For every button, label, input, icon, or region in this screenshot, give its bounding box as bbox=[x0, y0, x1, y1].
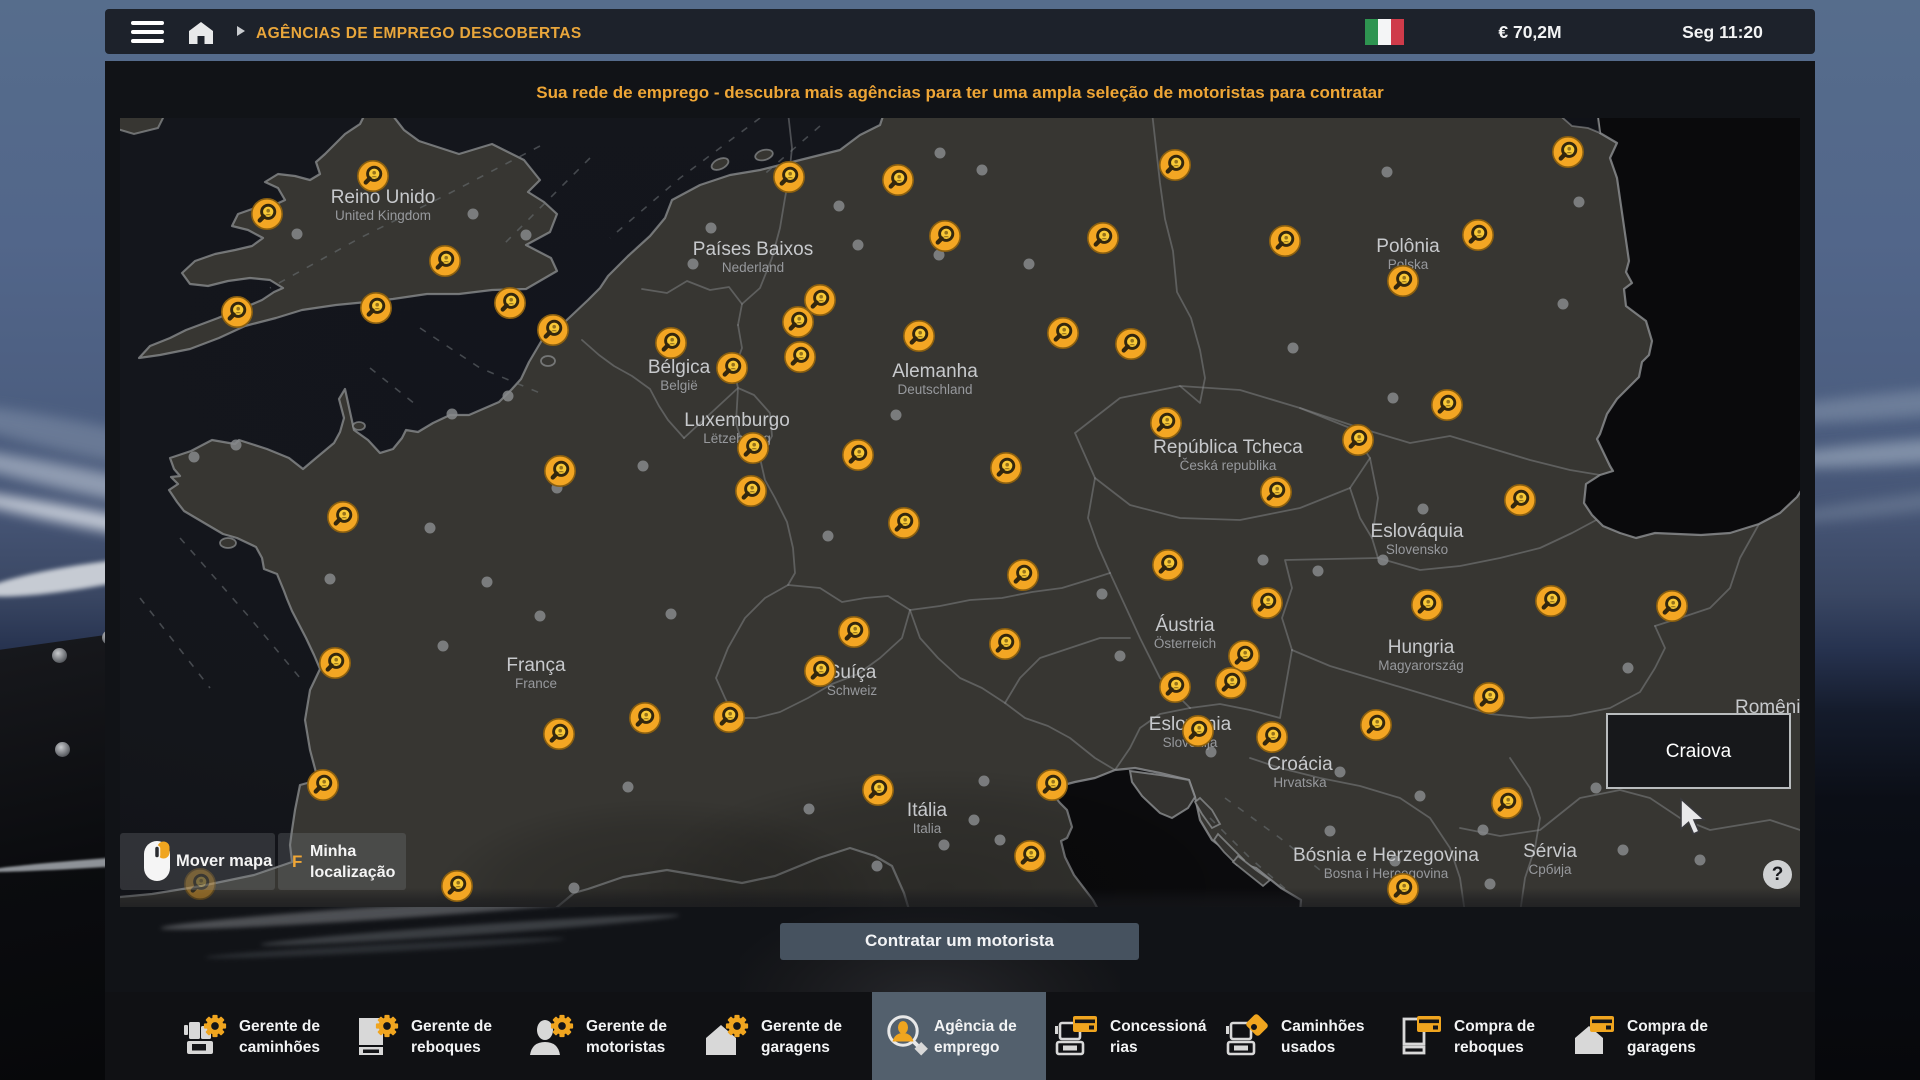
svg-text:Reino Unido: Reino Unido bbox=[331, 187, 436, 208]
svg-text:Países Baixos: Países Baixos bbox=[693, 239, 813, 260]
svg-text:Bélgica: Bélgica bbox=[648, 357, 711, 378]
svg-text:Deutschland: Deutschland bbox=[897, 382, 972, 397]
svg-text:Schweiz: Schweiz bbox=[827, 683, 878, 698]
svg-text:Nederland: Nederland bbox=[722, 260, 784, 275]
svg-text:Bósnia e Herzegovina: Bósnia e Herzegovina bbox=[1293, 845, 1479, 866]
svg-text:Alemanha: Alemanha bbox=[892, 361, 978, 382]
svg-text:Itália: Itália bbox=[907, 800, 948, 821]
svg-text:Србија: Србија bbox=[1528, 862, 1572, 877]
svg-text:Croácia: Croácia bbox=[1267, 754, 1333, 775]
svg-text:Sérvia: Sérvia bbox=[1523, 841, 1577, 862]
svg-text:Magyarország: Magyarország bbox=[1378, 658, 1464, 673]
svg-text:Áustria: Áustria bbox=[1155, 615, 1215, 636]
svg-text:Italia: Italia bbox=[913, 821, 942, 836]
svg-text:België: België bbox=[660, 378, 698, 393]
svg-text:Hrvatska: Hrvatska bbox=[1273, 775, 1327, 790]
svg-text:Hungria: Hungria bbox=[1388, 637, 1455, 658]
svg-text:França: França bbox=[506, 655, 566, 676]
svg-text:Slovensko: Slovensko bbox=[1386, 542, 1448, 557]
svg-text:Österreich: Österreich bbox=[1154, 636, 1216, 651]
svg-text:Bosna i Hercegovina: Bosna i Hercegovina bbox=[1324, 866, 1449, 881]
svg-text:United Kingdom: United Kingdom bbox=[335, 208, 431, 223]
svg-text:Česká republika: Česká republika bbox=[1180, 458, 1277, 473]
svg-text:República Tcheca: República Tcheca bbox=[1153, 437, 1303, 458]
svg-text:Luxemburgo: Luxemburgo bbox=[684, 410, 790, 431]
svg-text:Eslováquia: Eslováquia bbox=[1371, 521, 1464, 542]
svg-text:France: France bbox=[515, 676, 557, 691]
svg-text:Polônia: Polônia bbox=[1376, 236, 1440, 257]
